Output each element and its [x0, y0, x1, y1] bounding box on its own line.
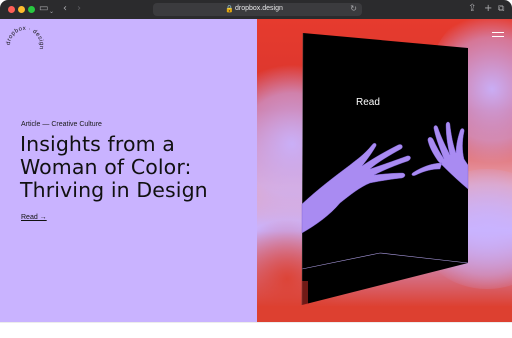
zoom-window-button[interactable]	[28, 6, 35, 13]
tab-overview-button[interactable]: ⧉	[498, 3, 504, 15]
headline-line: Insights from a	[20, 132, 175, 156]
hero-image[interactable]	[257, 19, 512, 322]
new-tab-button[interactable]: +	[484, 3, 492, 15]
page-footer-strip	[0, 322, 512, 338]
hero-read-label[interactable]: Read	[356, 97, 380, 108]
browser-toolbar: ▭ ⌄ ‹ › 🔒 dropbox.design ↻ ⇪ + ⧉	[0, 0, 512, 19]
reload-button[interactable]: ↻	[350, 4, 357, 13]
lock-icon: 🔒	[225, 5, 234, 13]
sidebar-icon[interactable]: ▭	[39, 3, 48, 15]
browser-window: ▭ ⌄ ‹ › 🔒 dropbox.design ↻ ⇪ + ⧉ dropbox…	[0, 0, 512, 338]
hamburger-menu-icon[interactable]	[492, 32, 504, 38]
chevron-down-icon[interactable]: ⌄	[49, 6, 54, 18]
share-button[interactable]: ⇪	[468, 3, 476, 15]
address-bar[interactable]: 🔒 dropbox.design ↻	[153, 3, 362, 16]
forward-button[interactable]: ›	[77, 3, 81, 15]
article-headline[interactable]: Insights from a Woman of Color: Thriving…	[20, 133, 250, 202]
read-article-link[interactable]: Read →	[21, 214, 47, 221]
dropbox-design-logo[interactable]: dropbox · design	[0, 25, 50, 65]
article-kicker: Article — Creative Culture	[21, 121, 102, 128]
headline-line: Woman of Color:	[20, 155, 192, 179]
address-text[interactable]: dropbox.design	[235, 5, 283, 12]
svg-text:dropbox · design: dropbox · design	[6, 26, 44, 50]
minimize-window-button[interactable]	[18, 6, 25, 13]
headline-line: Thriving in Design	[20, 178, 208, 202]
close-window-button[interactable]	[8, 6, 15, 13]
web-page: dropbox · design Article — Creative Cult…	[0, 19, 512, 322]
back-button[interactable]: ‹	[63, 3, 67, 15]
